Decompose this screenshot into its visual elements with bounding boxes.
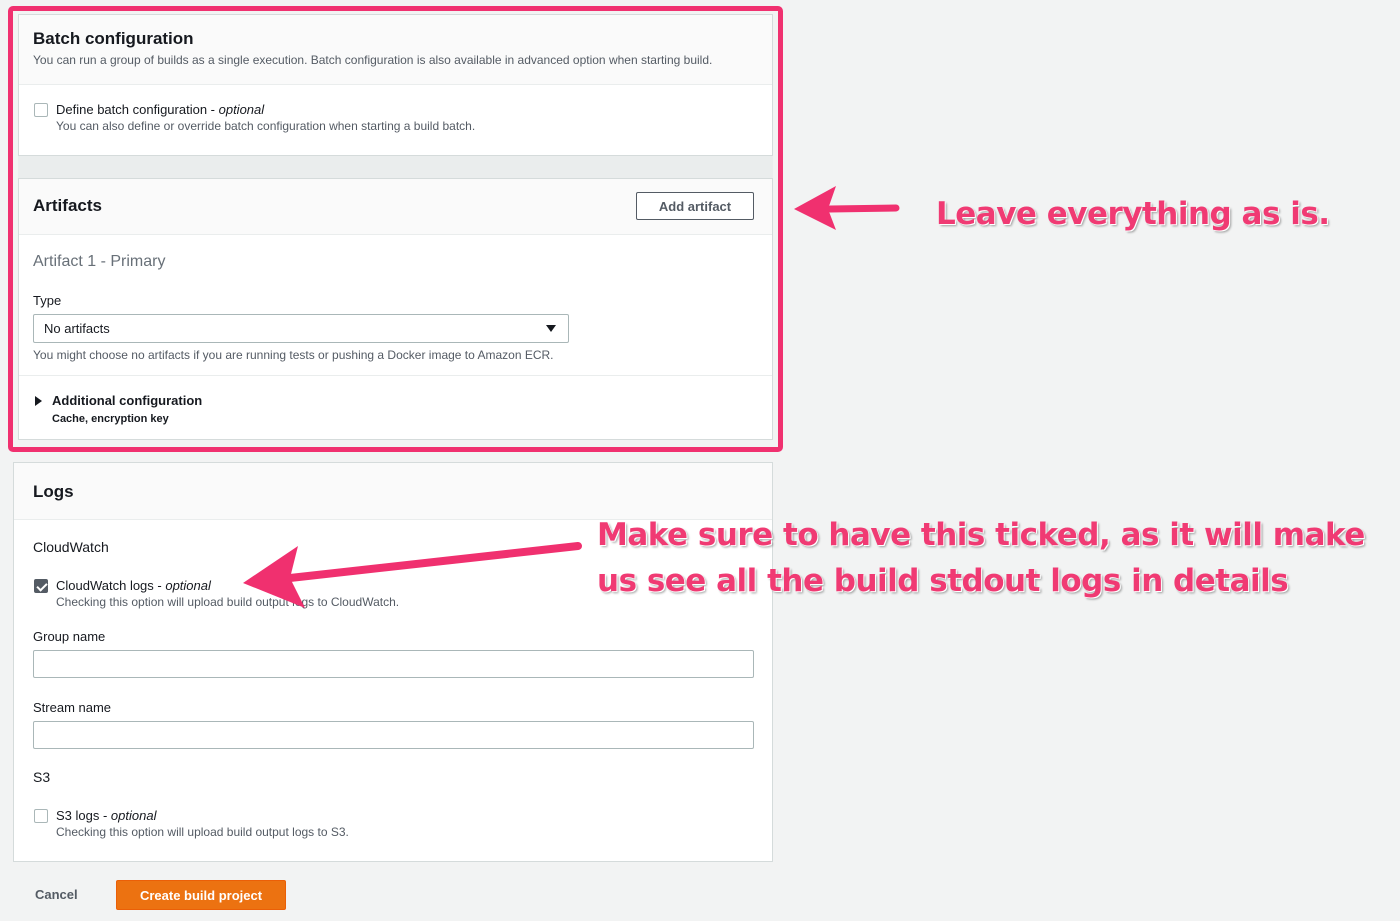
s3-logs-optional: optional [110, 808, 157, 823]
s3-logs-description: Checking this option will upload build o… [56, 825, 349, 839]
cloudwatch-heading: CloudWatch [33, 539, 109, 555]
create-build-project-button[interactable]: Create build project [116, 880, 286, 910]
cloudwatch-logs-checkbox[interactable] [34, 579, 48, 593]
group-name-input[interactable] [33, 650, 754, 678]
s3-logs-label-text: S3 logs - [56, 808, 111, 823]
arrow-to-artifacts-icon [794, 186, 900, 230]
s3-logs-label[interactable]: S3 logs - optional [56, 808, 156, 823]
s3-heading: S3 [33, 769, 51, 785]
cloudwatch-logs-description: Checking this option will upload build o… [56, 595, 400, 609]
cloudwatch-logs-label-text: CloudWatch logs - [56, 578, 166, 593]
stream-name-input[interactable] [33, 721, 754, 749]
highlight-box [8, 6, 783, 452]
cancel-button[interactable]: Cancel [35, 887, 78, 902]
cloudwatch-logs-optional: optional [165, 578, 211, 593]
cloudwatch-logs-label[interactable]: CloudWatch logs - optional [56, 578, 211, 593]
annotation-leave-as-is: Leave everything as is. [936, 196, 1330, 232]
annotation-ticked-line-2: us see all the build stdout logs in deta… [597, 563, 1289, 599]
annotation-ticked-line-1: Make sure to have this ticked, as it wil… [597, 517, 1365, 553]
group-name-label: Group name [33, 629, 106, 644]
stream-name-label: Stream name [33, 700, 112, 715]
s3-logs-checkbox[interactable] [34, 809, 48, 823]
logs-title: Logs [33, 482, 74, 501]
